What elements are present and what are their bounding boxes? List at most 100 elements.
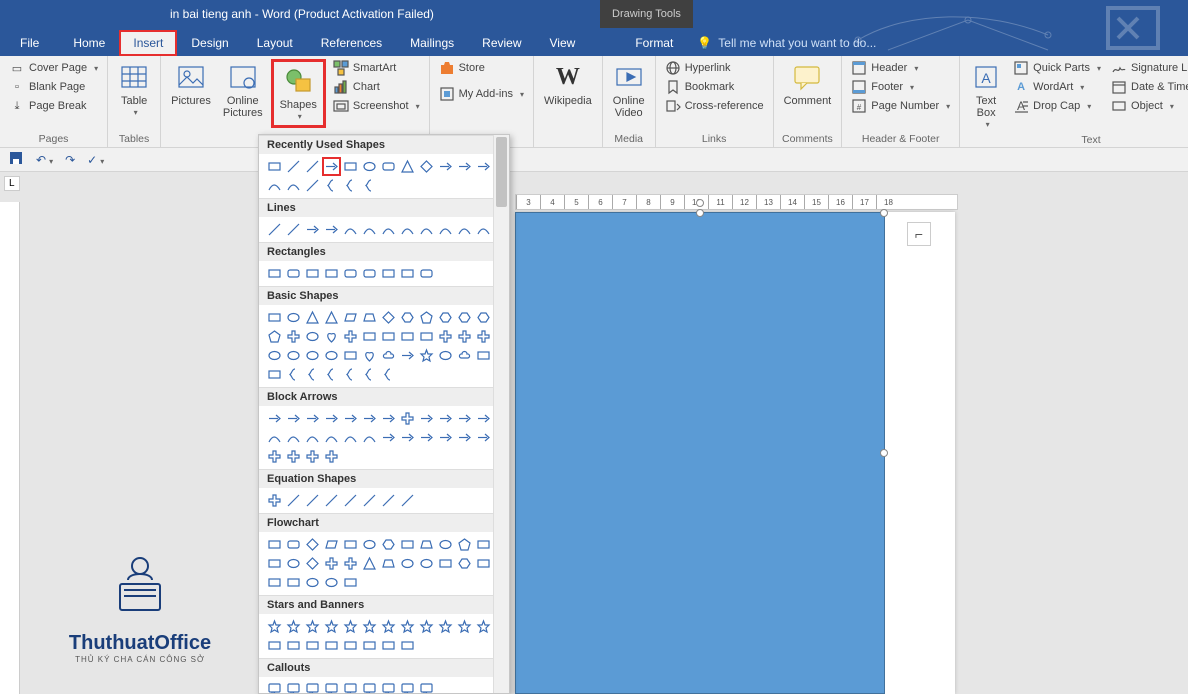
shape-rect-option[interactable] — [265, 157, 284, 176]
blank-page-button[interactable]: ▫Blank Page — [6, 78, 101, 96]
shape-rect-option[interactable] — [474, 554, 493, 573]
redo-icon[interactable]: ↷ — [65, 153, 75, 167]
shape-line-option[interactable] — [303, 157, 322, 176]
shape-plus-option[interactable] — [436, 327, 455, 346]
shape-tri-option[interactable] — [322, 308, 341, 327]
shape-rrect-option[interactable] — [284, 264, 303, 283]
handle-tr[interactable] — [880, 209, 888, 217]
shape-rect-option[interactable] — [379, 327, 398, 346]
quickparts-button[interactable]: Quick Parts — [1010, 59, 1104, 77]
undo-icon[interactable]: ↶ — [36, 153, 53, 167]
shape-trap-option[interactable] — [360, 308, 379, 327]
shape-arrow-option[interactable] — [322, 409, 341, 428]
shape-plus-option[interactable] — [303, 447, 322, 466]
shape-arrow-option[interactable] — [436, 409, 455, 428]
crossref-button[interactable]: Cross-reference — [662, 97, 767, 115]
shape-oval-option[interactable] — [322, 346, 341, 365]
shape-rect-option[interactable] — [341, 346, 360, 365]
shape-rect-option[interactable] — [398, 264, 417, 283]
shape-dia-option[interactable] — [303, 554, 322, 573]
shape-arrow-option[interactable] — [341, 409, 360, 428]
shape-arrow-option[interactable] — [436, 157, 455, 176]
shape-curve-option[interactable] — [417, 220, 436, 239]
shape-callout-option[interactable] — [284, 680, 303, 694]
shape-line-option[interactable] — [284, 220, 303, 239]
horizontal-ruler[interactable]: 3456789101112131415161718 — [515, 194, 958, 210]
shape-rrect-option[interactable] — [360, 264, 379, 283]
chart-button[interactable]: Chart — [330, 78, 423, 96]
tab-home[interactable]: Home — [59, 30, 119, 56]
shape-callout-option[interactable] — [265, 680, 284, 694]
shape-callout-option[interactable] — [341, 680, 360, 694]
shape-oval-option[interactable] — [398, 554, 417, 573]
shape-rect-option[interactable] — [265, 264, 284, 283]
rotate-handle[interactable] — [696, 199, 704, 207]
page-break-button[interactable]: ⤓Page Break — [6, 97, 101, 115]
shape-rrect-option[interactable] — [341, 264, 360, 283]
shape-oval-option[interactable] — [360, 535, 379, 554]
shape-oval-option[interactable] — [284, 308, 303, 327]
shape-curve-option[interactable] — [398, 220, 417, 239]
shape-rect-option[interactable] — [436, 554, 455, 573]
shape-rect-option[interactable] — [379, 636, 398, 655]
shape-rrect-option[interactable] — [379, 157, 398, 176]
shape-arrow-option[interactable] — [398, 346, 417, 365]
shape-oval-option[interactable] — [303, 327, 322, 346]
my-addins-button[interactable]: My Add-ins — [436, 85, 527, 103]
shape-rect-option[interactable] — [360, 636, 379, 655]
shape-line-option[interactable] — [379, 491, 398, 510]
store-button[interactable]: Store — [436, 59, 527, 77]
shape-oval-option[interactable] — [322, 573, 341, 592]
shape-star-option[interactable] — [379, 617, 398, 636]
shape-tri-option[interactable] — [398, 157, 417, 176]
shape-penta-option[interactable] — [455, 535, 474, 554]
smartart-button[interactable]: SmartArt — [330, 59, 423, 77]
shape-callout-option[interactable] — [379, 680, 398, 694]
shape-arrow-option[interactable] — [417, 428, 436, 447]
shape-oval-option[interactable] — [265, 346, 284, 365]
shape-rect-option[interactable] — [379, 264, 398, 283]
shape-curve-option[interactable] — [455, 220, 474, 239]
footer-button[interactable]: Footer — [848, 78, 953, 96]
tell-me[interactable]: 💡 Tell me what you want to do... — [687, 30, 886, 56]
shape-rect-option[interactable] — [265, 308, 284, 327]
shape-star-option[interactable] — [284, 617, 303, 636]
shape-line-option[interactable] — [284, 491, 303, 510]
shape-line-option[interactable] — [322, 491, 341, 510]
shape-oval-option[interactable] — [436, 346, 455, 365]
shape-hex-option[interactable] — [379, 535, 398, 554]
tab-design[interactable]: Design — [177, 30, 242, 56]
shape-hex-option[interactable] — [436, 308, 455, 327]
document-page[interactable]: ⌐ — [515, 212, 955, 694]
shape-plus-option[interactable] — [398, 409, 417, 428]
shapes-button[interactable]: Shapes — [276, 63, 321, 124]
shape-brace-option[interactable] — [379, 365, 398, 384]
shape-para-option[interactable] — [341, 308, 360, 327]
context-tab-drawing[interactable]: Drawing Tools — [600, 0, 693, 28]
shape-rect-option[interactable] — [341, 573, 360, 592]
shape-curve-option[interactable] — [284, 176, 303, 195]
shape-brace-option[interactable] — [322, 176, 341, 195]
shape-plus-option[interactable] — [284, 447, 303, 466]
shape-arrow-option[interactable] — [322, 220, 341, 239]
shape-tri-option[interactable] — [360, 554, 379, 573]
shape-oval-option[interactable] — [284, 346, 303, 365]
shape-oval-option[interactable] — [303, 346, 322, 365]
online-pictures-button[interactable]: Online Pictures — [219, 59, 267, 121]
shape-plus-option[interactable] — [284, 327, 303, 346]
dropcap-button[interactable]: ADrop Cap — [1010, 97, 1104, 115]
shape-callout-option[interactable] — [360, 680, 379, 694]
shape-callout-option[interactable] — [303, 680, 322, 694]
shape-para-option[interactable] — [322, 535, 341, 554]
shape-oval-option[interactable] — [360, 157, 379, 176]
shape-rect-option[interactable] — [341, 636, 360, 655]
shape-line-option[interactable] — [303, 491, 322, 510]
table-button[interactable]: Table — [114, 59, 154, 120]
pictures-button[interactable]: Pictures — [167, 59, 215, 109]
shape-penta-option[interactable] — [417, 308, 436, 327]
shape-rect-option[interactable] — [322, 636, 341, 655]
tab-review[interactable]: Review — [468, 30, 535, 56]
shape-callout-option[interactable] — [322, 680, 341, 694]
shape-plus-option[interactable] — [455, 327, 474, 346]
object-button[interactable]: Object — [1108, 97, 1188, 115]
